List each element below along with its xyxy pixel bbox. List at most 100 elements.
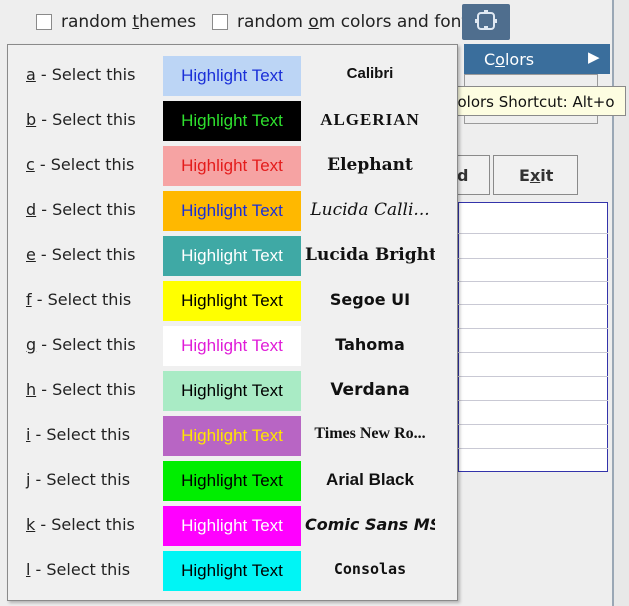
highlight-option-j[interactable]: j - Select this Highlight Text Arial Black	[8, 459, 457, 504]
highlight-swatch[interactable]: Highlight Text	[163, 461, 301, 501]
random-colors-label-post: m colors and fonts	[318, 12, 477, 32]
table-row-divider	[458, 281, 608, 282]
option-mnemonic: a	[26, 65, 36, 84]
option-mnemonic: e	[26, 245, 36, 264]
table-row-divider	[458, 233, 608, 234]
colors-menu-button[interactable]	[462, 4, 510, 40]
option-label-text: - Select this	[36, 110, 136, 129]
option-label: b - Select this	[26, 110, 136, 129]
exit-button-label: Exit	[519, 166, 554, 185]
font-name[interactable]: Lucida Bright	[305, 245, 435, 265]
highlight-option-h[interactable]: h - Select this Highlight Text Verdana	[8, 369, 457, 414]
highlight-swatch[interactable]: Highlight Text	[163, 416, 301, 456]
background-table	[458, 202, 608, 472]
background-button-partial-label: d	[457, 166, 469, 185]
highlight-swatch[interactable]: Highlight Text	[163, 506, 301, 546]
highlight-option-f[interactable]: f - Select this Highlight Text Segoe UI	[8, 279, 457, 324]
highlight-swatch[interactable]: Highlight Text	[163, 146, 301, 186]
colors-menu-item[interactable]: Colors ▶	[464, 44, 610, 74]
highlight-option-e[interactable]: e - Select this Highlight Text Lucida Brig…	[8, 234, 457, 279]
option-label: l - Select this	[26, 560, 130, 579]
option-label: k - Select this	[26, 515, 135, 534]
table-row-divider	[458, 448, 608, 449]
highlight-option-a[interactable]: a - Select this Highlight Text Calibri	[8, 54, 457, 99]
random-colors-fonts-checkbox[interactable]	[212, 14, 228, 30]
font-name[interactable]: Arial Black	[305, 470, 435, 490]
option-label-text: - Select this	[36, 380, 136, 399]
option-label-text: - Select this	[31, 290, 132, 309]
table-row-divider	[458, 424, 608, 425]
option-label-text: - Select this	[35, 65, 136, 84]
option-label: g - Select this	[26, 335, 136, 354]
submenu-arrow-icon: ▶	[588, 48, 600, 66]
option-label: h - Select this	[26, 380, 136, 399]
tooltip-text: Colors Shortcut: Alt+o	[447, 93, 615, 111]
option-label: j - Select this	[26, 470, 130, 489]
random-colors-label-pre: random	[237, 12, 309, 32]
highlight-option-d[interactable]: d - Select this Highlight Text Lucida Call…	[8, 189, 457, 234]
highlight-option-b[interactable]: b - Select this Highlight Text ALGERIAN	[8, 99, 457, 144]
font-name[interactable]: Comic Sans MS	[305, 515, 435, 534]
random-colors-mnemonic: o	[308, 12, 319, 32]
option-label-text: - Select this	[35, 245, 136, 264]
option-label: f - Select this	[26, 290, 131, 309]
palette-icon	[475, 10, 497, 30]
highlight-swatch[interactable]: Highlight Text	[163, 101, 301, 141]
colors-popup-menu: a - Select this Highlight Text Calibri b - …	[7, 44, 458, 601]
font-name[interactable]: Lucida Calli...	[305, 200, 435, 220]
font-name[interactable]: ALGERIAN	[305, 110, 435, 130]
option-mnemonic: h	[26, 380, 37, 399]
highlight-swatch[interactable]: Highlight Text	[163, 326, 301, 366]
highlight-option-g[interactable]: g - Select this Highlight Text Tahoma	[8, 324, 457, 369]
option-label-text: - Select this	[35, 515, 135, 534]
highlight-swatch[interactable]: Highlight Text	[163, 191, 301, 231]
highlight-swatch[interactable]: Highlight Text	[163, 56, 301, 96]
table-row-divider	[458, 352, 608, 353]
option-label-text: - Select this	[30, 560, 131, 579]
option-label-text: - Select this	[36, 200, 136, 219]
option-label: a - Select this	[26, 65, 135, 84]
font-name[interactable]: Times New Ro...	[305, 425, 435, 443]
font-name[interactable]: Verdana	[305, 380, 435, 400]
option-label: d - Select this	[26, 200, 136, 219]
font-name[interactable]: Consolas	[305, 560, 435, 578]
highlight-swatch[interactable]: Highlight Text	[163, 281, 301, 321]
highlight-swatch[interactable]: Highlight Text	[163, 551, 301, 591]
random-themes-checkbox[interactable]	[36, 14, 52, 30]
table-row-divider	[458, 304, 608, 305]
highlight-swatch[interactable]: Highlight Text	[163, 236, 301, 276]
option-label: e - Select this	[26, 245, 135, 264]
option-label-text: - Select this	[34, 155, 135, 174]
random-themes-label-post: hemes	[139, 12, 197, 32]
option-label-text: - Select this	[30, 470, 131, 489]
font-name[interactable]: Elephant	[305, 155, 435, 175]
highlight-option-k[interactable]: k - Select this Highlight Text Comic Sans …	[8, 504, 457, 549]
option-label: i - Select this	[26, 425, 130, 444]
table-row-divider	[458, 400, 608, 401]
highlight-option-l[interactable]: l - Select this Highlight Text Consolas	[8, 549, 457, 594]
random-colors-fonts-label[interactable]: random om colors and fonts	[237, 12, 477, 32]
option-label: c - Select this	[26, 155, 134, 174]
random-themes-label[interactable]: random themes	[61, 12, 196, 32]
highlight-option-c[interactable]: c - Select this Highlight Text Elephant	[8, 144, 457, 189]
font-name[interactable]: Segoe UI	[305, 290, 435, 309]
colors-menu-label: Colors	[484, 50, 535, 69]
random-themes-mnemonic: t	[132, 12, 140, 32]
font-name[interactable]: Calibri	[305, 65, 435, 82]
table-row-divider	[458, 328, 608, 329]
option-mnemonic: g	[26, 335, 37, 354]
option-label-text: - Select this	[36, 335, 136, 354]
top-toolbar: random themes random om colors and fonts	[0, 0, 629, 44]
exit-button[interactable]: Exit	[493, 155, 578, 195]
highlight-swatch[interactable]: Highlight Text	[163, 371, 301, 411]
option-mnemonic: c	[26, 155, 35, 174]
option-label-text: - Select this	[30, 425, 131, 444]
colors-shortcut-tooltip: Colors Shortcut: Alt+o	[440, 86, 626, 116]
option-mnemonic: k	[26, 515, 36, 534]
table-row-divider	[458, 376, 608, 377]
font-name[interactable]: Tahoma	[305, 335, 435, 354]
highlight-option-i[interactable]: i - Select this Highlight Text Times New R…	[8, 414, 457, 459]
table-row-divider	[458, 258, 608, 259]
random-themes-label-pre: random	[61, 12, 133, 32]
option-mnemonic: b	[26, 110, 37, 129]
